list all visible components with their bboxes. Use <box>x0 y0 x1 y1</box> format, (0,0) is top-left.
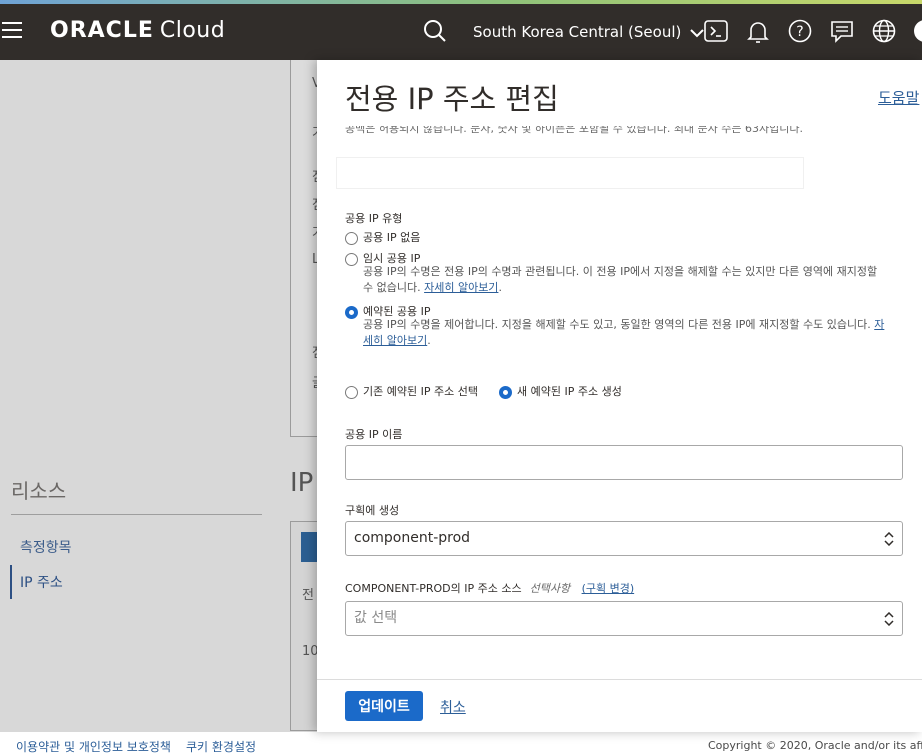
region-selector[interactable]: South Korea Central (Seoul) <box>473 23 704 41</box>
radio-circle[interactable] <box>345 252 358 266</box>
edit-private-ip-panel: 전용 IP 주소 편집 도움말 공백은 허용되지 않습니다. 문자, 숫자 및 … <box>317 60 922 732</box>
radio-circle-selected[interactable] <box>499 385 512 399</box>
select-updown-icon <box>884 532 894 546</box>
ephemeral-description: 공용 IP의 수명은 전용 IP의 수명과 관련됩니다. 이 전용 IP에서 지… <box>363 265 878 294</box>
radio-new-reserved-ip[interactable]: 새 예약된 IP 주소 생성 <box>499 383 622 399</box>
copyright-text: Copyright © 2020, Oracle and/or its affi… <box>708 739 922 752</box>
hamburger-menu-icon[interactable] <box>2 22 24 40</box>
hostname-hint-text: 공백은 허용되지 않습니다. 문자, 숫자 및 하이픈은 포함될 수 있습니다.… <box>345 126 803 135</box>
public-ip-type-label: 공용 IP 유형 <box>345 212 403 225</box>
radio-existing-reserved-ip[interactable]: 기존 예약된 IP 주소 선택 <box>345 383 478 399</box>
panel-title: 전용 IP 주소 편집 <box>345 82 559 116</box>
top-header: ORACLE Cloud South Korea Central (Seoul) … <box>0 4 922 60</box>
help-icon[interactable]: ? <box>787 18 813 44</box>
oracle-cloud-logo[interactable]: ORACLE Cloud <box>50 18 225 43</box>
radio-circle[interactable] <box>345 231 358 245</box>
globe-icon[interactable] <box>871 18 897 44</box>
page-footer: 이용약관 및 개인정보 보호정책 쿠키 환경설정 Copyright © 202… <box>0 732 922 755</box>
cancel-link[interactable]: 취소 <box>440 697 466 717</box>
public-ip-name-label: 공용 IP 이름 <box>345 428 403 441</box>
cookie-preferences-link[interactable]: 쿠키 환경설정 <box>186 738 256 755</box>
radio-circle[interactable] <box>345 385 358 399</box>
resources-nav-metrics[interactable]: 측정항목 <box>20 537 72 557</box>
ip-section-heading: IP <box>290 468 314 498</box>
public-ip-name-input[interactable] <box>345 445 903 480</box>
svg-text:?: ? <box>796 24 803 40</box>
radio-no-public-ip[interactable]: 공용 IP 없음 <box>345 229 420 245</box>
radio-circle-selected[interactable] <box>345 305 358 319</box>
reserved-description: 공용 IP의 수명을 제어합니다. 지정을 해제할 수도 있고, 동일한 영역의… <box>363 318 885 347</box>
change-compartment-link[interactable]: (구획 변경) <box>582 582 635 595</box>
help-link[interactable]: 도움말 <box>878 87 919 108</box>
terms-privacy-link[interactable]: 이용약관 및 개인정보 보호정책 <box>16 738 171 755</box>
hostname-field[interactable] <box>337 158 803 188</box>
reserved-learn-more-link-cont[interactable]: 세히 알아보기 <box>363 334 427 347</box>
select-updown-icon <box>884 612 894 626</box>
panel-footer: 업데이트 취소 <box>317 679 922 732</box>
compartment-select[interactable]: component-prod <box>345 521 903 556</box>
feedback-icon[interactable] <box>829 18 855 44</box>
resources-nav-active-bar <box>10 565 12 599</box>
cloud-shell-icon[interactable] <box>703 18 729 44</box>
ip-source-select[interactable]: 값 선택 <box>345 601 903 636</box>
resources-divider <box>11 514 262 515</box>
resources-nav-ip-addresses[interactable]: IP 주소 <box>20 572 63 592</box>
bell-icon[interactable] <box>745 18 771 44</box>
resources-title: 리소스 <box>11 479 67 503</box>
ephemeral-learn-more-link[interactable]: 자세히 알아보기 <box>424 281 498 294</box>
compartment-label: 구획에 생성 <box>345 504 400 517</box>
search-icon[interactable] <box>422 18 448 44</box>
panel-scroll-area[interactable]: 공백은 허용되지 않습니다. 문자, 숫자 및 하이픈은 포함될 수 있습니다.… <box>317 126 922 679</box>
reserved-learn-more-link[interactable]: 자 <box>874 318 884 331</box>
user-avatar-icon[interactable] <box>912 18 922 44</box>
update-button[interactable]: 업데이트 <box>345 691 423 721</box>
ip-source-label-row: COMPONENT-PROD의 IP 주소 소스 선택사항 (구획 변경) <box>345 582 635 595</box>
table-header-cell: 전 <box>302 588 314 603</box>
